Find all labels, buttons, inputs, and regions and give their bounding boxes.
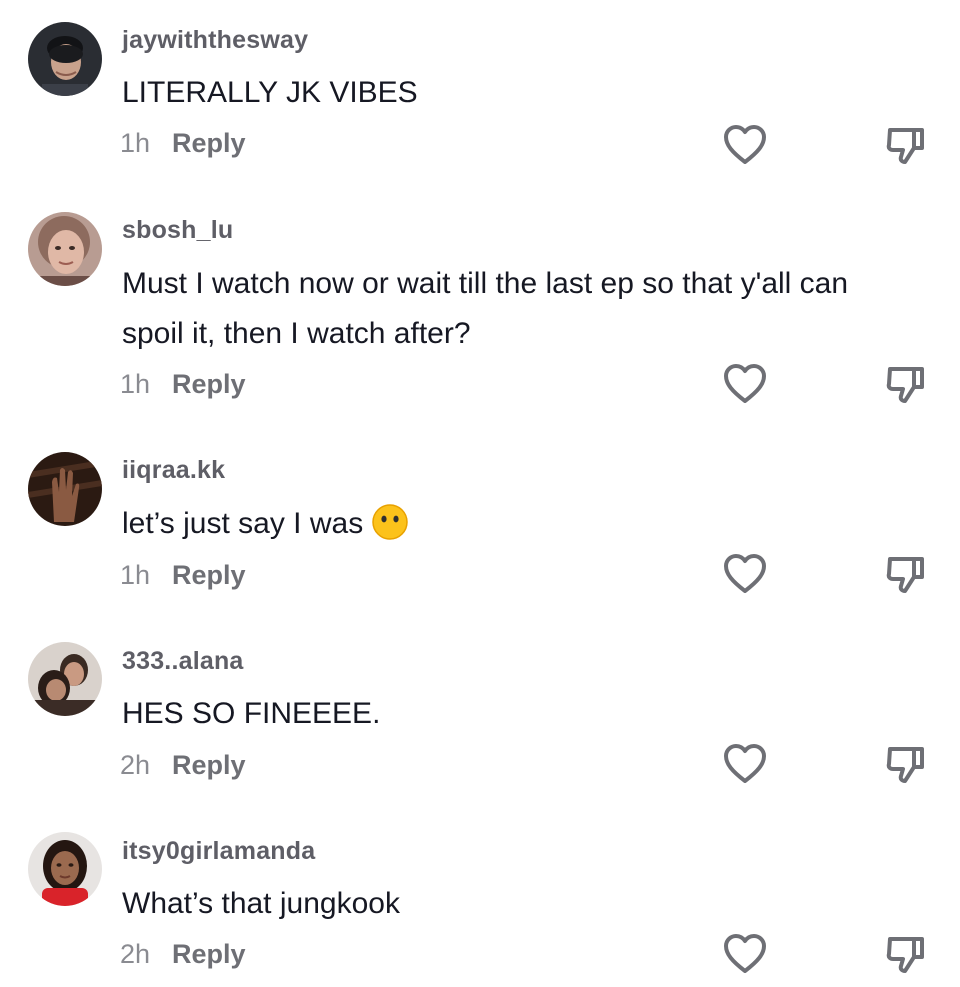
comment-meta: 2h Reply	[120, 939, 246, 970]
dislike-button[interactable]	[884, 363, 928, 407]
heart-outline-icon	[724, 364, 766, 403]
comment-text-content: let’s just say I was	[122, 507, 364, 540]
avatar[interactable]	[28, 642, 102, 716]
avatar[interactable]	[28, 22, 102, 96]
avatar-hand-icon	[28, 452, 102, 526]
dislike-button[interactable]	[884, 743, 928, 787]
comment-text: Must I watch now or wait till the last e…	[122, 267, 849, 350]
reply-button[interactable]: Reply	[172, 128, 246, 158]
avatar[interactable]	[28, 452, 102, 526]
comment-username[interactable]: sbosh_lu	[122, 216, 233, 245]
comment-text: LITERALLY JK VIBES	[122, 76, 418, 109]
avatar-person-icon	[28, 212, 102, 286]
comment-meta: 2h Reply	[120, 750, 246, 781]
comment-username[interactable]: iiqraa.kk	[122, 456, 225, 485]
comment-time: 1h	[120, 128, 151, 158]
comment-time: 2h	[120, 750, 151, 780]
comment-time: 2h	[120, 939, 151, 969]
thumbs-down-outline-icon	[886, 747, 924, 783]
heart-outline-icon	[724, 934, 766, 973]
thumbs-down-outline-icon	[886, 557, 924, 593]
comment-meta: 1h Reply	[120, 128, 246, 159]
avatar-person-icon	[28, 22, 102, 96]
avatar[interactable]	[28, 212, 102, 286]
dislike-button[interactable]	[884, 124, 928, 168]
thumbs-down-outline-icon	[886, 937, 924, 973]
comment-text: let’s just say I was	[122, 499, 902, 549]
avatar-couple-icon	[28, 642, 102, 716]
like-button[interactable]	[722, 553, 768, 595]
like-button[interactable]	[722, 933, 768, 975]
comment-username[interactable]: 333..alana	[122, 647, 244, 676]
dislike-button[interactable]	[884, 553, 928, 597]
reply-button[interactable]: Reply	[172, 369, 246, 399]
comment-meta: 1h Reply	[120, 560, 246, 591]
heart-outline-icon	[724, 554, 766, 593]
like-button[interactable]	[722, 363, 768, 405]
comment-time: 1h	[120, 369, 151, 399]
comment-time: 1h	[120, 560, 151, 590]
comment-text: What’s that jungkook	[122, 887, 400, 920]
like-button[interactable]	[722, 743, 768, 785]
avatar-person-icon	[28, 832, 102, 906]
face-without-mouth-emoji	[371, 503, 409, 541]
dislike-button[interactable]	[884, 933, 928, 977]
thumbs-down-outline-icon	[886, 367, 924, 403]
reply-button[interactable]: Reply	[172, 560, 246, 590]
comment-username[interactable]: jaywiththesway	[122, 26, 308, 55]
reply-button[interactable]: Reply	[172, 939, 246, 969]
heart-outline-icon	[724, 744, 766, 783]
like-button[interactable]	[722, 124, 768, 166]
comment-meta: 1h Reply	[120, 369, 246, 400]
avatar[interactable]	[28, 832, 102, 906]
comment-username[interactable]: itsy0girlamanda	[122, 837, 315, 866]
thumbs-down-outline-icon	[886, 128, 924, 164]
reply-button[interactable]: Reply	[172, 750, 246, 780]
heart-outline-icon	[724, 125, 766, 164]
comment-text: HES SO FINEEEE.	[122, 697, 381, 730]
